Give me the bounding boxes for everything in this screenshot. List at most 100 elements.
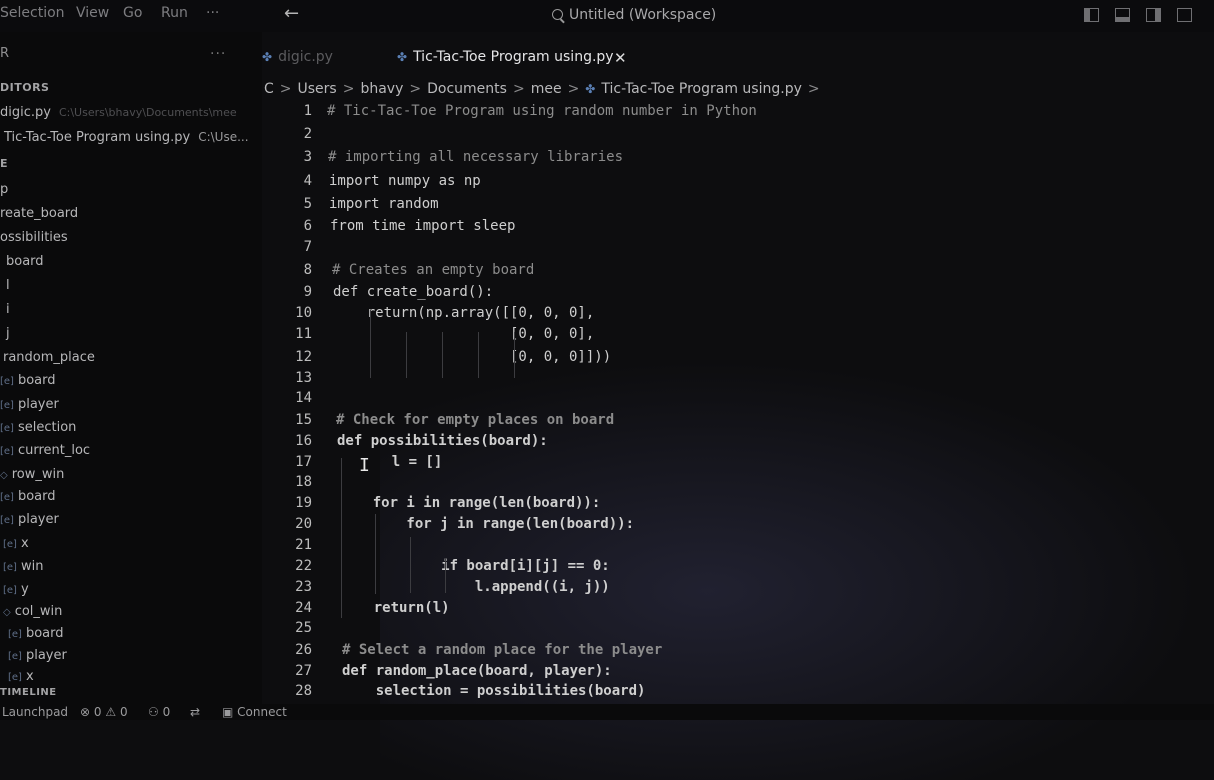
- outline-header[interactable]: E: [0, 157, 8, 170]
- code-line[interactable]: 14: [262, 390, 1214, 412]
- open-editor-digic[interactable]: digic.py C:\Users\bhavy\Documents\mee: [0, 105, 237, 120]
- code-line[interactable]: 2: [262, 126, 1214, 148]
- outline-item[interactable]: ◇ row_win: [0, 467, 64, 482]
- code-line[interactable]: 23 l.append((i, j)): [262, 579, 1214, 601]
- outline-item[interactable]: [e] current_loc: [0, 443, 90, 458]
- menu-more[interactable]: ···: [206, 5, 219, 21]
- code-line[interactable]: 15 # Check for empty places on board: [262, 412, 1214, 434]
- variable-icon: [e]: [0, 376, 14, 387]
- toggle-panel-icon[interactable]: [1115, 8, 1130, 22]
- tab-tictactoe[interactable]: ✤ Tic-Tac-Toe Program using.py: [397, 49, 614, 65]
- connect-item[interactable]: ▣ Connect: [222, 705, 287, 719]
- outline-item-label: ossibilities: [0, 230, 68, 245]
- outline-item[interactable]: [e] player: [0, 397, 59, 412]
- code-line[interactable]: 17 l = []: [262, 454, 1214, 476]
- outline-item[interactable]: [e] board: [0, 373, 56, 388]
- code-line[interactable]: 6 from time import sleep: [262, 218, 1214, 240]
- code-line[interactable]: 9 def create_board():: [262, 284, 1214, 306]
- live-share-icon[interactable]: ⇄: [190, 705, 200, 719]
- chevron-right-icon: >: [512, 81, 525, 97]
- code-line[interactable]: 22 if board[i][j] == 0:: [262, 558, 1214, 580]
- outline-item[interactable]: l: [6, 278, 10, 293]
- code-line[interactable]: 7: [262, 239, 1214, 261]
- code-line[interactable]: 26 # Select a random place for the player: [262, 642, 1214, 664]
- status-bar: Launchpad ⊗ 0 ⚠ 0 ⚇ 0 ⇄ ▣ Connect: [0, 704, 1214, 720]
- indent-guide: [410, 537, 411, 593]
- code-text: import random: [329, 196, 439, 212]
- code-line[interactable]: 28 selection = possibilities(board): [262, 683, 1214, 705]
- outline-item[interactable]: ◇ col_win: [3, 604, 62, 619]
- outline-item[interactable]: [e] x: [8, 669, 34, 684]
- open-editor-tictactoe[interactable]: Tic-Tac-Toe Program using.py C:\Use...: [4, 130, 249, 145]
- code-line[interactable]: 20 for j in range(len(board)):: [262, 516, 1214, 538]
- outline-item[interactable]: random_place: [3, 350, 95, 365]
- error-icon: ⊗: [80, 705, 91, 719]
- outline-item[interactable]: [e] player: [8, 648, 67, 663]
- open-editors-header[interactable]: DITORS: [0, 81, 49, 94]
- outline-item[interactable]: [e] selection: [0, 420, 76, 435]
- line-number: 19: [295, 495, 312, 511]
- outline-item-label: random_place: [3, 350, 95, 365]
- outline-item[interactable]: board: [6, 254, 44, 269]
- code-text: return(l): [340, 600, 450, 616]
- outline-item[interactable]: [e] board: [8, 626, 64, 641]
- code-line[interactable]: 19 for i in range(len(board)):: [262, 495, 1214, 517]
- menu-view[interactable]: View: [76, 5, 109, 21]
- line-number: 27: [295, 663, 312, 679]
- back-arrow-icon[interactable]: ←: [284, 3, 299, 24]
- indent-guide: [370, 310, 371, 378]
- toggle-secondary-sidebar-icon[interactable]: [1146, 8, 1161, 22]
- code-line[interactable]: 5 import random: [262, 196, 1214, 218]
- code-line[interactable]: 24 return(l): [262, 600, 1214, 622]
- code-text: for j in range(len(board)):: [339, 516, 635, 532]
- menu-selection[interactable]: Selection: [0, 5, 65, 21]
- command-center[interactable]: Untitled (Workspace): [552, 7, 716, 23]
- timeline-header[interactable]: TIMELINE: [0, 687, 57, 698]
- breadcrumb-drive[interactable]: C: [264, 81, 274, 97]
- menu-run[interactable]: Run: [161, 5, 188, 21]
- code-line[interactable]: 10 return(np.array([[0, 0, 0],: [262, 305, 1214, 327]
- outline-item[interactable]: j: [6, 326, 10, 341]
- outline-item[interactable]: p: [0, 182, 8, 197]
- code-line[interactable]: 11 [0, 0, 0],: [262, 326, 1214, 348]
- outline-item[interactable]: reate_board: [0, 206, 78, 221]
- code-line[interactable]: 4 import numpy as np: [262, 173, 1214, 195]
- menu-go[interactable]: Go: [123, 5, 142, 21]
- variable-icon: [e]: [0, 492, 14, 503]
- code-line[interactable]: 21: [262, 537, 1214, 559]
- code-line[interactable]: 12 [0, 0, 0]])): [262, 349, 1214, 371]
- code-line[interactable]: 3 # importing all necessary libraries: [262, 149, 1214, 171]
- outline-item[interactable]: [e] board: [0, 489, 56, 504]
- problems-item[interactable]: ⊗ 0 ⚠ 0: [80, 705, 128, 719]
- more-actions-icon[interactable]: ···: [210, 46, 226, 62]
- ports-item[interactable]: ⚇ 0: [148, 705, 170, 719]
- code-line[interactable]: 27 def random_place(board, player):: [262, 663, 1214, 685]
- outline-item-label: row_win: [11, 467, 65, 482]
- outline-item[interactable]: i: [6, 302, 10, 317]
- code-line[interactable]: 8 # Creates an empty board: [262, 262, 1214, 284]
- outline-item[interactable]: [e] win: [3, 559, 43, 574]
- outline-item[interactable]: [e] y: [3, 582, 29, 597]
- breadcrumb-bhavy[interactable]: bhavy: [360, 81, 403, 97]
- code-line[interactable]: 1 # Tic-Tac-Toe Program using random numb…: [262, 103, 1214, 125]
- launchpad-item[interactable]: Launchpad: [2, 705, 68, 719]
- toggle-primary-sidebar-icon[interactable]: [1084, 8, 1099, 22]
- code-line[interactable]: 18: [262, 474, 1214, 496]
- outline-item[interactable]: [e] x: [3, 536, 29, 551]
- customize-layout-icon[interactable]: [1177, 8, 1192, 22]
- outline-item[interactable]: ossibilities: [0, 230, 68, 245]
- outline-item-label: reate_board: [0, 206, 79, 221]
- breadcrumb-mee[interactable]: mee: [531, 81, 562, 97]
- outline-item[interactable]: [e] player: [0, 512, 59, 527]
- code-line[interactable]: 16 def possibilities(board):: [262, 433, 1214, 455]
- workspace-title: Untitled (Workspace): [569, 7, 717, 23]
- code-line[interactable]: 13: [262, 370, 1214, 392]
- breadcrumb-file[interactable]: Tic-Tac-Toe Program using.py: [601, 81, 802, 97]
- tab-digic[interactable]: ✤ digic.py: [262, 49, 333, 65]
- breadcrumb-users[interactable]: Users: [298, 81, 337, 97]
- python-file-icon: ✤: [585, 82, 596, 96]
- code-editor[interactable]: 1 # Tic-Tac-Toe Program using random numb…: [262, 100, 1214, 704]
- close-icon[interactable]: ✕: [614, 49, 627, 67]
- breadcrumb-documents[interactable]: Documents: [427, 81, 507, 97]
- code-line[interactable]: 25: [262, 620, 1214, 642]
